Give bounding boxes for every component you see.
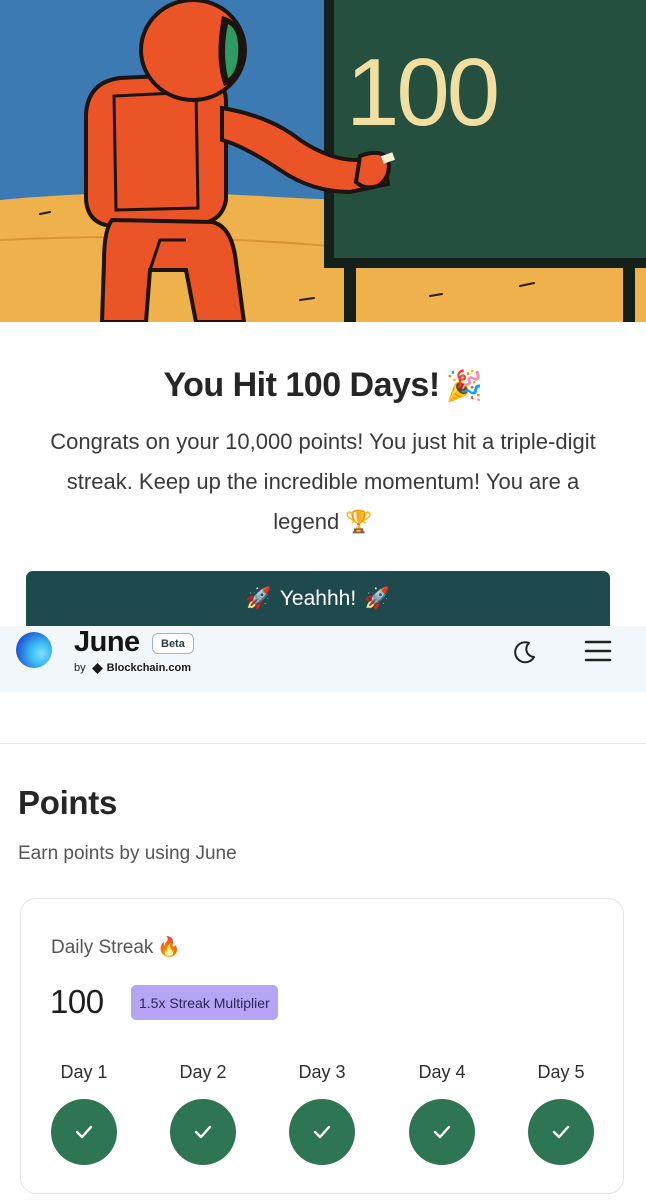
chalkboard-number: 100 — [346, 39, 500, 146]
celebration-illustration: 100 — [0, 0, 646, 322]
streak-label: Daily Streak 🔥 — [51, 935, 181, 959]
june-logo-icon[interactable] — [16, 632, 52, 668]
day-completed-check-icon — [289, 1099, 355, 1165]
party-popper-icon: 🎉 — [445, 370, 483, 403]
rocket-icon: 🚀 — [364, 587, 391, 610]
modal-title: You Hit 100 Days! 🎉 — [0, 366, 646, 405]
yeahhh-button-label: Yeahhh! — [279, 587, 357, 610]
day-label: Day 4 — [418, 1062, 466, 1082]
modal-message: Congrats on your 10,000 points! You just… — [50, 429, 596, 534]
beta-badge: Beta — [152, 633, 194, 654]
streak-count: 100 — [50, 983, 104, 1020]
rocket-icon: 🚀 — [245, 587, 272, 610]
fire-icon: 🔥 — [157, 937, 182, 958]
day-label: Day 5 — [537, 1062, 585, 1082]
menu-icon[interactable] — [584, 638, 612, 664]
streak-day: Day 1 — [24, 1061, 144, 1165]
byline-company: Blockchain.com — [106, 662, 191, 674]
streak-days: Day 1 Day 2 Day 3 Day 4 Day 5 — [21, 1061, 625, 1181]
app-header: June Beta by Blockchain.com — [0, 626, 646, 692]
streak-label-text: Daily Streak — [51, 937, 154, 958]
page-top-card — [0, 692, 646, 744]
day-completed-check-icon — [409, 1099, 475, 1165]
day-completed-check-icon — [528, 1099, 594, 1165]
streak-day: Day 4 — [382, 1061, 502, 1165]
streak-day: Day 5 — [501, 1061, 621, 1165]
modal-title-text: You Hit 100 Days! — [163, 366, 440, 404]
byline: by Blockchain.com — [74, 662, 191, 674]
page-title: Points — [18, 784, 118, 821]
byline-prefix: by — [74, 662, 86, 674]
streak-day: Day 2 — [143, 1061, 263, 1165]
streak-multiplier-badge: 1.5x Streak Multiplier — [131, 985, 278, 1020]
page-subtitle: Earn points by using June — [18, 843, 237, 864]
blockchain-logo-icon — [91, 662, 103, 674]
day-completed-check-icon — [170, 1099, 236, 1165]
moon-icon[interactable] — [512, 639, 538, 665]
day-label: Day 2 — [179, 1062, 227, 1082]
yeahhh-button[interactable]: 🚀 Yeahhh! 🚀 — [26, 571, 610, 627]
brand-name[interactable]: June — [74, 626, 140, 659]
day-label: Day 1 — [60, 1062, 108, 1082]
day-label: Day 3 — [298, 1062, 346, 1082]
daily-streak-card: Daily Streak 🔥 100 1.5x Streak Multiplier… — [20, 898, 624, 1194]
streak-day: Day 3 — [262, 1061, 382, 1165]
day-completed-check-icon — [51, 1099, 117, 1165]
